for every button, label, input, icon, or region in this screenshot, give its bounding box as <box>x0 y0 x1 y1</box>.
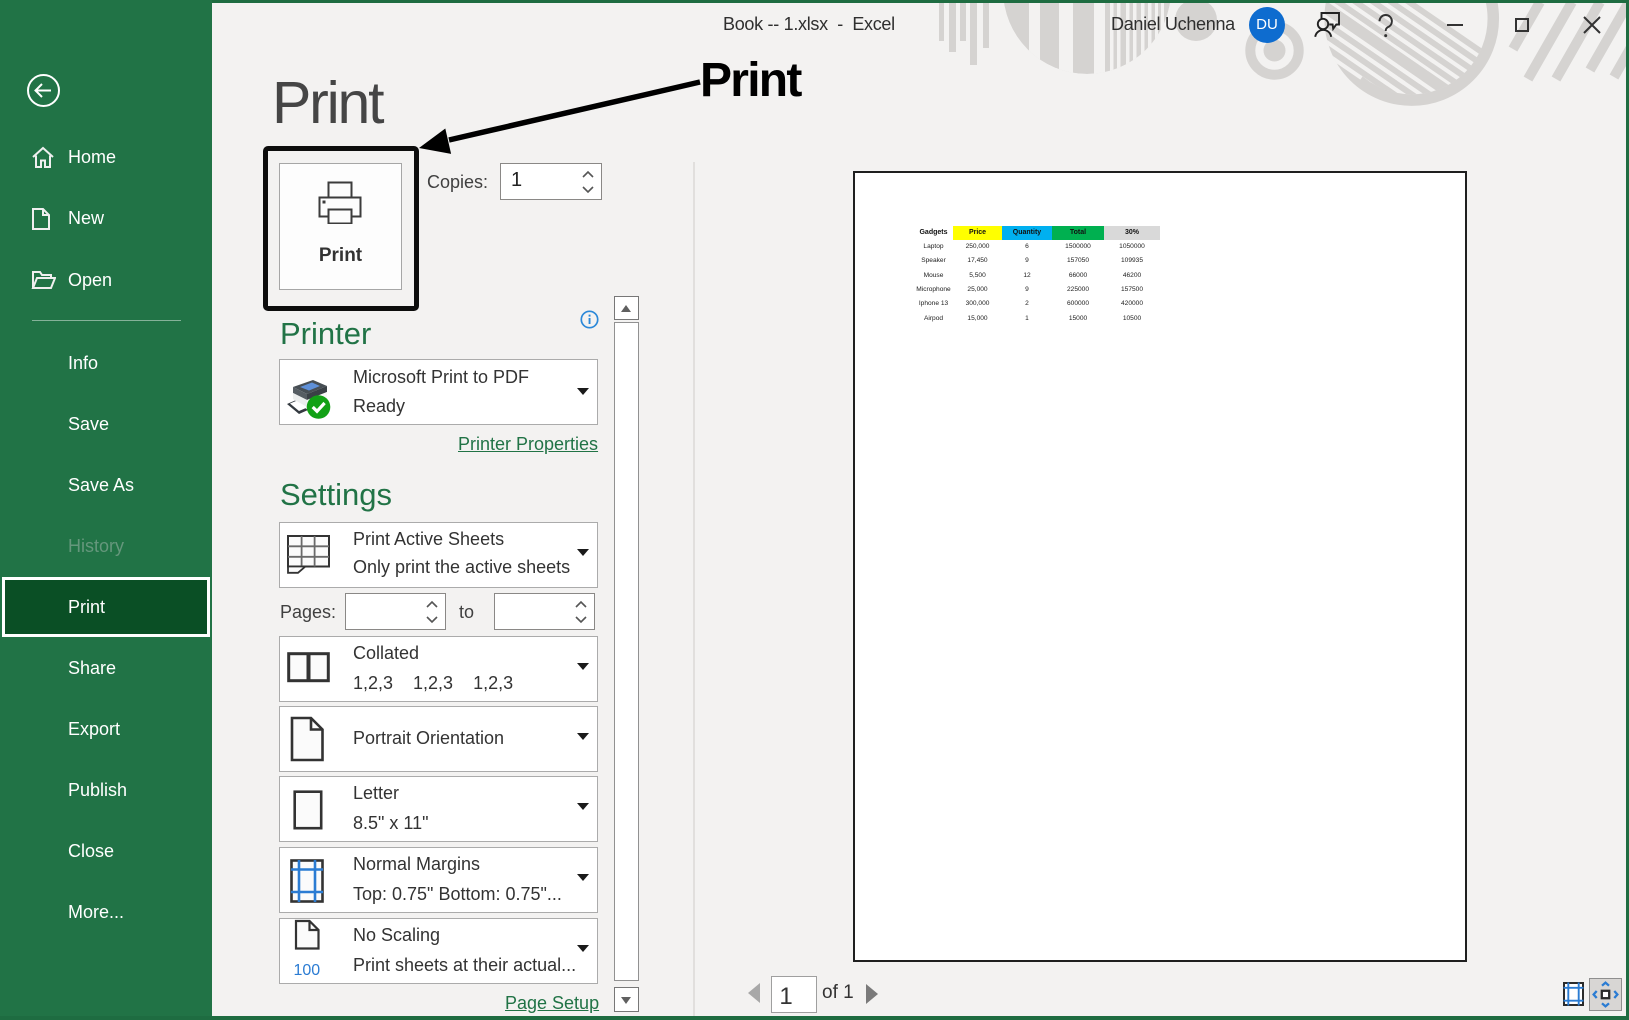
svg-text:100: 100 <box>294 962 321 978</box>
